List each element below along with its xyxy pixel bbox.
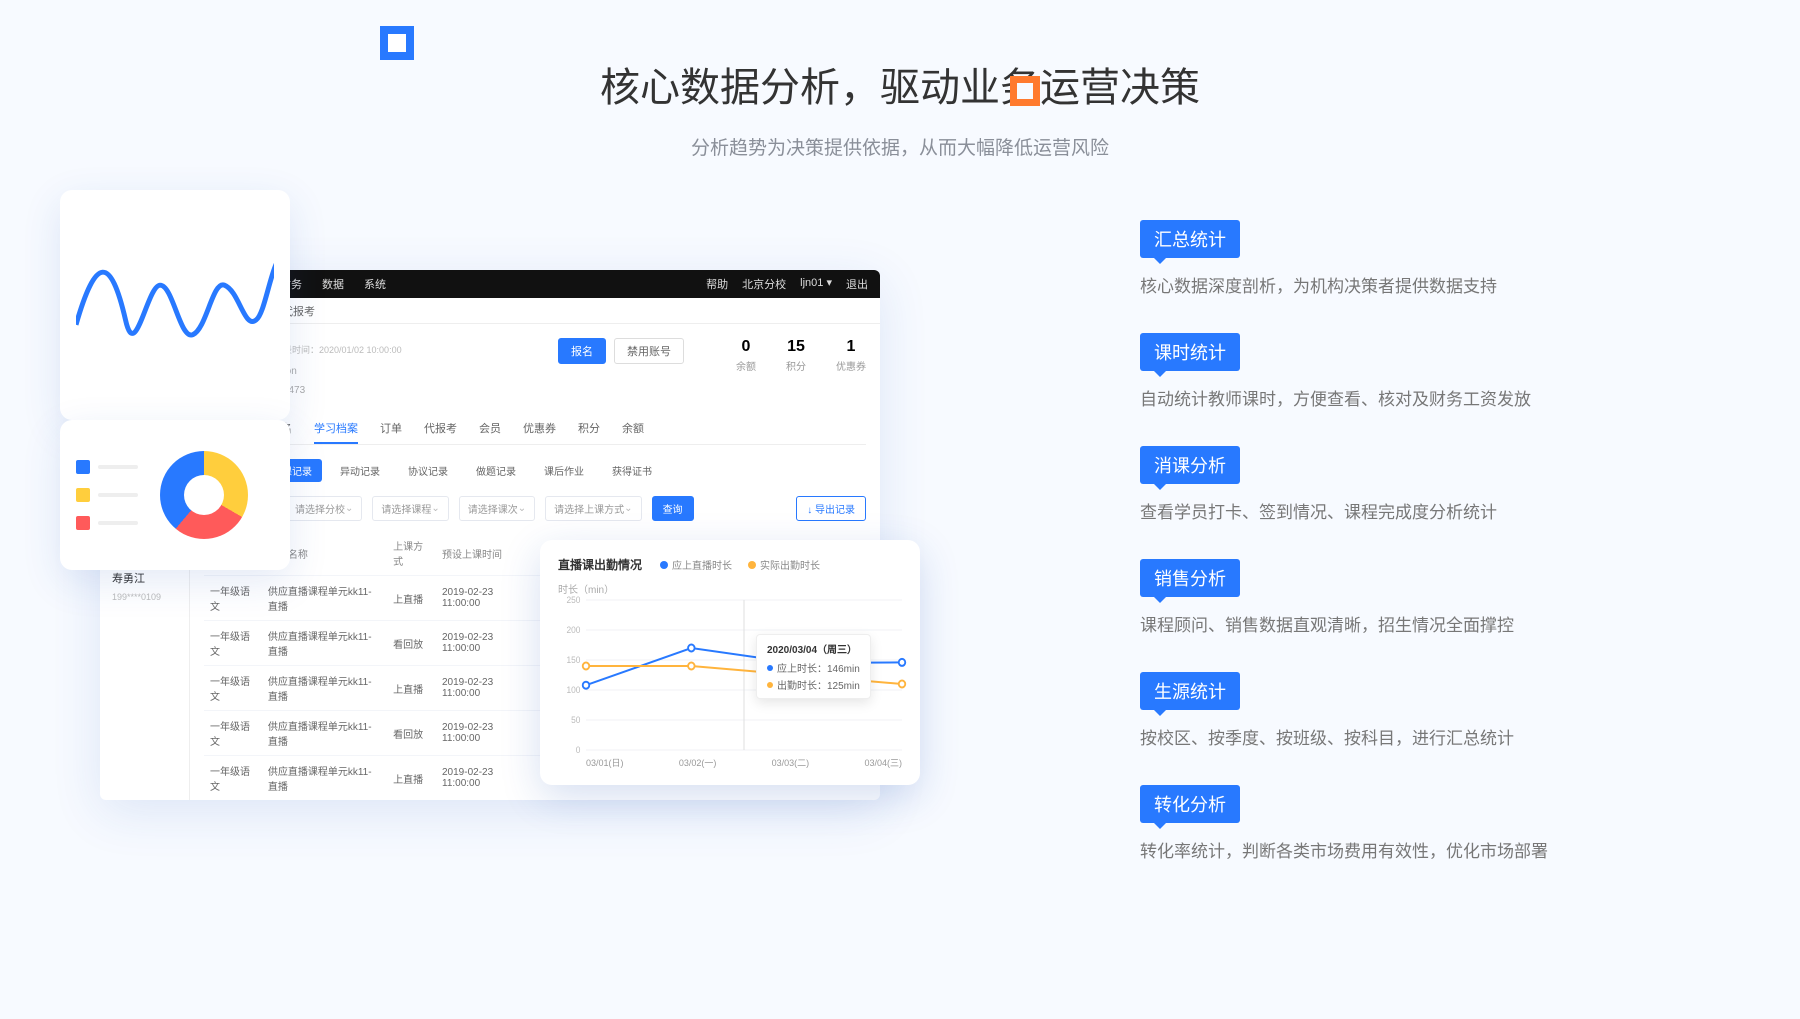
feature-item: 汇总统计 核心数据深度剖析，为机构决策者提供数据支持 [1140, 220, 1670, 297]
y-axis-label: 时长（min） [558, 581, 902, 596]
feature-tag: 销售分析 [1140, 559, 1240, 597]
tab-item[interactable]: 余额 [622, 414, 644, 444]
tab-item[interactable]: 积分 [578, 414, 600, 444]
stat-item: 1优惠券 [836, 338, 866, 373]
user-menu[interactable]: ljn01 ▾ [800, 276, 832, 292]
feature-desc: 按校区、按季度、按班级、按科目，进行汇总统计 [1140, 724, 1670, 749]
svg-text:50: 50 [571, 715, 580, 725]
wave-chart-icon [76, 208, 274, 402]
feature-tag: 转化分析 [1140, 785, 1240, 823]
feature-item: 销售分析 课程顾问、销售数据直观清晰，招生情况全面撑控 [1140, 559, 1670, 636]
subtab-item[interactable]: 协议记录 [398, 459, 458, 482]
x-tick: 03/03(二) [772, 756, 810, 769]
ban-button[interactable]: 禁用账号 [614, 338, 684, 364]
user-stats: 0余额 15积分 1优惠券 [736, 338, 866, 373]
x-tick: 03/02(一) [679, 756, 717, 769]
nav-item[interactable]: 系统 [364, 276, 386, 292]
feature-desc: 核心数据深度剖析，为机构决策者提供数据支持 [1140, 272, 1670, 297]
tab-item[interactable]: 学习档案 [314, 414, 358, 444]
svg-text:150: 150 [566, 655, 580, 665]
help-link[interactable]: 帮助 [706, 276, 728, 292]
feature-item: 消课分析 查看学员打卡、签到情况、课程完成度分析统计 [1140, 446, 1670, 523]
legend-swatch-yellow [76, 488, 90, 502]
x-tick: 03/04(三) [864, 756, 902, 769]
logout-link[interactable]: 退出 [846, 276, 868, 292]
chart-tooltip: 2020/03/04（周三） 应上时长：146min 出勤时长：125min [756, 634, 871, 699]
feature-desc: 转化率统计，判断各类市场费用有效性，优化市场部署 [1140, 837, 1670, 862]
export-button[interactable]: ↓ 导出记录 [796, 496, 866, 521]
x-axis-labels: 03/01(日) 03/02(一) 03/03(二) 03/04(三) [586, 756, 902, 769]
filter-bar: 直播 请选择分校 请选择课程 请选择课次 请选择上课方式 查询 ↓ 导出记录 [204, 496, 866, 521]
school-selector[interactable]: 北京分校 [742, 276, 786, 292]
legend-item: 应上直播时长 [660, 557, 732, 572]
hero-subtitle: 分析趋势为决策提供依据，从而大幅降低运营风险 [0, 133, 1800, 160]
tab-item[interactable]: 代报考 [424, 414, 457, 444]
feature-desc: 查看学员打卡、签到情况、课程完成度分析统计 [1140, 498, 1670, 523]
tab-item[interactable]: 优惠券 [523, 414, 556, 444]
feature-item: 课时统计 自动统计教师课时，方便查看、核对及财务工资发放 [1140, 333, 1670, 410]
sidebar-student[interactable]: 寿勇江199****0109 [100, 564, 189, 610]
line-chart: 050100150200250 2020/03/04（周三） 应上时长：146m… [586, 600, 902, 750]
feature-tag: 生源统计 [1140, 672, 1240, 710]
hero-title: 核心数据分析，驱动业务运营决策 [600, 55, 1200, 113]
tab-item[interactable]: 会员 [479, 414, 501, 444]
filter-lesson[interactable]: 请选择课次 [459, 496, 535, 521]
feature-tag: 消课分析 [1140, 446, 1240, 484]
feature-list: 汇总统计 核心数据深度剖析，为机构决策者提供数据支持 课时统计 自动统计教师课时… [1140, 220, 1670, 898]
x-tick: 03/01(日) [586, 756, 624, 769]
svg-text:100: 100 [566, 685, 580, 695]
pie-card [60, 420, 290, 570]
sparkline-card [60, 190, 290, 420]
query-button[interactable]: 查询 [652, 496, 694, 521]
svg-text:0: 0 [576, 745, 581, 755]
decor-orange-square [1010, 76, 1040, 106]
subtab-item[interactable]: 异动记录 [330, 459, 390, 482]
stat-item: 0余额 [736, 338, 756, 373]
enroll-button[interactable]: 报名 [558, 338, 606, 364]
filter-method[interactable]: 请选择上课方式 [545, 496, 641, 521]
legend-swatch-red [76, 516, 90, 530]
donut-chart-icon [160, 451, 248, 539]
filter-school[interactable]: 请选择分校 [286, 496, 362, 521]
legend-swatch-blue [76, 460, 90, 474]
nav-item[interactable]: 数据 [322, 276, 344, 292]
column-header: 预设上课时间 [436, 531, 535, 576]
feature-desc: 课程顾问、销售数据直观清晰，招生情况全面撑控 [1140, 611, 1670, 636]
feature-tag: 课时统计 [1140, 333, 1240, 371]
feature-tag: 汇总统计 [1140, 220, 1240, 258]
subtab-item[interactable]: 课后作业 [534, 459, 594, 482]
filter-class[interactable]: 请选择课程 [372, 496, 448, 521]
svg-text:200: 200 [566, 625, 580, 635]
feature-item: 生源统计 按校区、按季度、按班级、按科目，进行汇总统计 [1140, 672, 1670, 749]
svg-text:250: 250 [566, 595, 580, 605]
column-header: 上课方式 [387, 531, 436, 576]
chart-title: 直播课出勤情况 [558, 556, 642, 573]
decor-blue-square [380, 26, 414, 60]
legend-item: 实际出勤时长 [748, 557, 820, 572]
feature-item: 转化分析 转化率统计，判断各类市场费用有效性，优化市场部署 [1140, 785, 1670, 862]
subtab-item[interactable]: 做题记录 [466, 459, 526, 482]
subtab-item[interactable]: 获得证书 [602, 459, 662, 482]
feature-desc: 自动统计教师课时，方便查看、核对及财务工资发放 [1140, 385, 1670, 410]
screenshot-composite: 教学运营题库资源财务数据系统 帮助 北京分校 ljn01 ▾ 退出 管理班级管理… [100, 270, 880, 800]
detail-tabs: 咨询记录报名学习档案订单代报考会员优惠券积分余额 [204, 414, 866, 445]
pie-legend [76, 460, 138, 530]
stat-item: 15积分 [786, 338, 806, 373]
tab-item[interactable]: 订单 [380, 414, 402, 444]
attendance-chart-card: 直播课出勤情况 应上直播时长实际出勤时长 时长（min） 05010015020… [540, 540, 920, 785]
record-subtabs: 学习概况上课记录异动记录协议记录做题记录课后作业获得证书 [204, 459, 866, 482]
hero: 核心数据分析，驱动业务运营决策 分析趋势为决策提供依据，从而大幅降低运营风险 [0, 0, 1800, 160]
chart-legend: 应上直播时长 实际出勤时长 [660, 557, 820, 572]
